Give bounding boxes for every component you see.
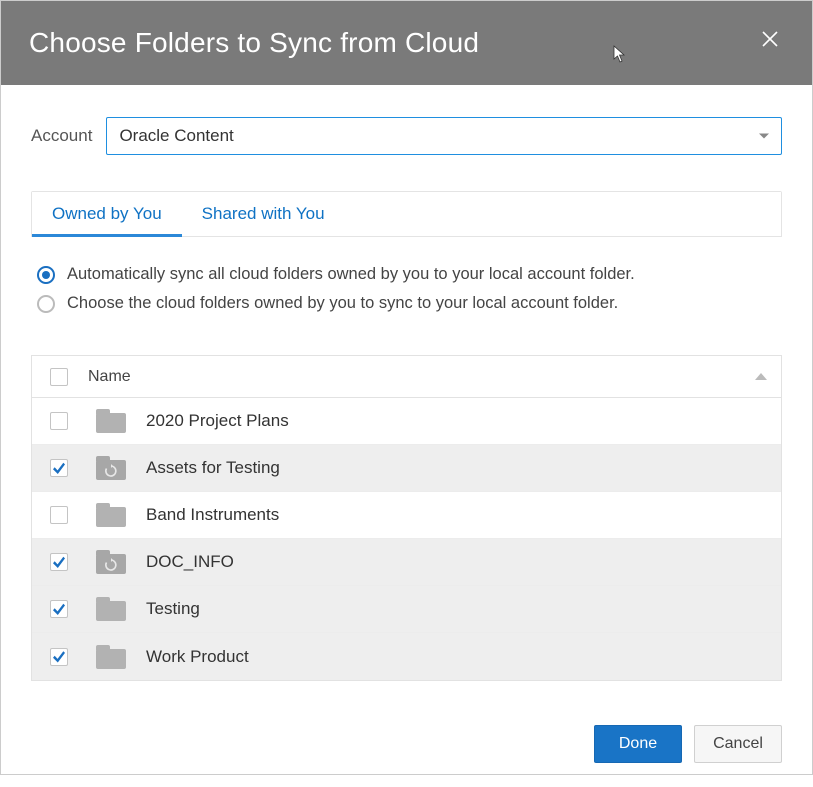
table-row[interactable]: DOC_INFO xyxy=(32,539,781,586)
dialog-title: Choose Folders to Sync from Cloud xyxy=(29,27,479,59)
row-checkbox-cell xyxy=(32,412,86,430)
row-checkbox-cell xyxy=(32,459,86,477)
sync-overlay-icon xyxy=(104,558,118,572)
account-row: Account Oracle Content xyxy=(31,117,782,155)
dialog-footer: Done Cancel xyxy=(1,701,812,787)
row-checkbox[interactable] xyxy=(50,600,68,618)
tab-shared-with-you[interactable]: Shared with You xyxy=(182,192,345,236)
table-row[interactable]: 2020 Project Plans xyxy=(32,398,781,445)
radio-auto-sync[interactable]: Automatically sync all cloud folders own… xyxy=(37,265,776,284)
folder-icon xyxy=(96,645,126,669)
row-name: Testing xyxy=(136,599,781,619)
radio-auto-label: Automatically sync all cloud folders own… xyxy=(67,265,635,284)
select-all-checkbox[interactable] xyxy=(50,368,68,386)
row-icon-cell xyxy=(86,503,136,527)
close-button[interactable] xyxy=(760,29,788,57)
folder-table: Name 2020 Project Plans Assets for Testin… xyxy=(31,355,782,681)
row-name: 2020 Project Plans xyxy=(136,411,781,431)
folder-sync-icon xyxy=(96,550,126,574)
row-icon-cell xyxy=(86,409,136,433)
row-name: Assets for Testing xyxy=(136,458,781,478)
table-row[interactable]: Assets for Testing xyxy=(32,445,781,492)
row-checkbox[interactable] xyxy=(50,648,68,666)
radio-choose-folders[interactable]: Choose the cloud folders owned by you to… xyxy=(37,294,776,313)
row-checkbox[interactable] xyxy=(50,459,68,477)
row-icon-cell xyxy=(86,456,136,480)
row-checkbox-cell xyxy=(32,506,86,524)
table-row[interactable]: Testing xyxy=(32,586,781,633)
row-name: Band Instruments xyxy=(136,505,781,525)
table-row[interactable]: Band Instruments xyxy=(32,492,781,539)
titlebar: Choose Folders to Sync from Cloud xyxy=(1,1,812,85)
header-checkbox-cell xyxy=(32,368,86,386)
column-header-name[interactable]: Name xyxy=(86,368,741,386)
cursor-icon xyxy=(613,45,627,68)
done-button[interactable]: Done xyxy=(594,725,682,763)
cancel-button[interactable]: Cancel xyxy=(694,725,782,763)
sync-overlay-icon xyxy=(104,464,118,478)
row-icon-cell xyxy=(86,645,136,669)
folder-icon xyxy=(96,503,126,527)
chevron-down-icon xyxy=(759,134,769,139)
sort-indicator[interactable] xyxy=(741,373,781,380)
row-checkbox-cell xyxy=(32,553,86,571)
row-checkbox-cell xyxy=(32,600,86,618)
row-checkbox-cell xyxy=(32,648,86,666)
account-select-value: Oracle Content xyxy=(119,126,233,146)
folder-icon xyxy=(96,597,126,621)
table-header-row: Name xyxy=(32,356,781,398)
tab-owned-by-you[interactable]: Owned by You xyxy=(32,192,182,236)
radio-choose-label: Choose the cloud folders owned by you to… xyxy=(67,294,618,313)
sync-options: Automatically sync all cloud folders own… xyxy=(31,237,782,343)
folder-icon xyxy=(96,409,126,433)
account-select[interactable]: Oracle Content xyxy=(106,117,782,155)
row-name: DOC_INFO xyxy=(136,552,781,572)
row-checkbox[interactable] xyxy=(50,412,68,430)
account-label: Account xyxy=(31,126,92,146)
row-icon-cell xyxy=(86,597,136,621)
row-icon-cell xyxy=(86,550,136,574)
radio-icon xyxy=(37,295,55,313)
tabs: Owned by You Shared with You xyxy=(31,191,782,237)
row-name: Work Product xyxy=(136,647,781,667)
folder-sync-icon xyxy=(96,456,126,480)
sort-up-icon xyxy=(755,373,767,380)
row-checkbox[interactable] xyxy=(50,506,68,524)
table-row[interactable]: Work Product xyxy=(32,633,781,680)
radio-icon xyxy=(37,266,55,284)
row-checkbox[interactable] xyxy=(50,553,68,571)
